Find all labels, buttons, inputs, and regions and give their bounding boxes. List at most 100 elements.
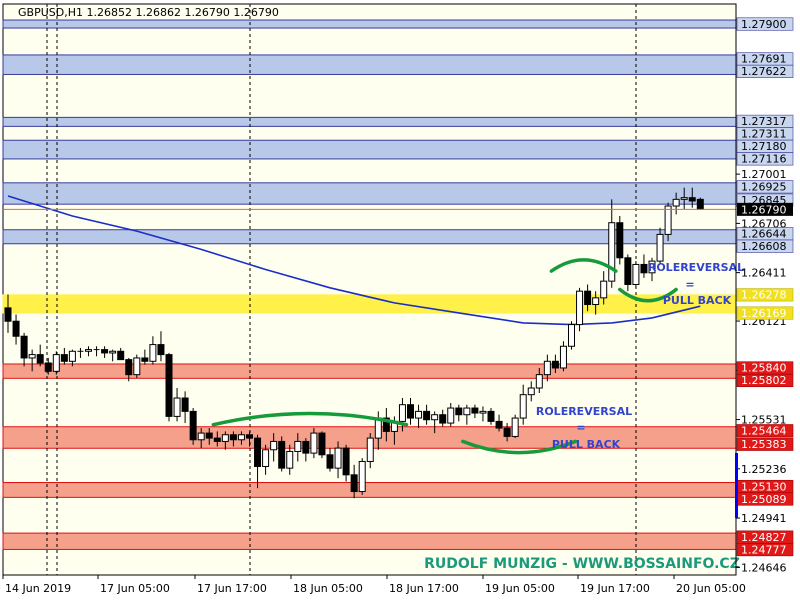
- candle-body: [117, 350, 125, 361]
- candle-body: [559, 345, 567, 369]
- candle-body: [656, 233, 664, 262]
- candle-body: [141, 357, 149, 362]
- candle-body: [270, 440, 278, 451]
- candle-body: [254, 437, 262, 467]
- candle-23: [189, 408, 197, 445]
- candle-body: [262, 449, 270, 467]
- level-label-9-0: 1.25130: [741, 480, 787, 493]
- level-label-8-1: 1.25383: [741, 438, 787, 451]
- candle-body: [431, 414, 439, 421]
- candle-body: [592, 297, 600, 306]
- candle-body: [608, 222, 616, 282]
- candle-body: [237, 434, 245, 441]
- candle-body: [568, 324, 575, 347]
- candle-body: [221, 434, 229, 442]
- candle-body: [680, 197, 688, 200]
- candle-body: [20, 335, 28, 359]
- zone-resistance-1: [2, 54, 737, 75]
- candle-body: [398, 404, 406, 422]
- candle-body: [415, 410, 423, 419]
- candle-body: [439, 414, 447, 424]
- candle-body: [278, 440, 286, 469]
- watermark: RUDOLF MUNZIG - WWW.BOSSAINFO.CZ: [424, 556, 740, 572]
- annotation-lower-line1: ROLEREVERSAL: [536, 405, 632, 418]
- candle-body: [616, 222, 624, 259]
- annotation-lower-line2: =: [576, 421, 585, 434]
- zone-resistance-3: [2, 139, 737, 160]
- x-tick-label-2: 17 Jun 17:00: [197, 582, 267, 595]
- x-tick-label-6: 19 Jun 17:00: [580, 582, 650, 595]
- candle-body: [205, 432, 213, 439]
- candle-body: [672, 198, 680, 207]
- chart-header: GBPUSD,H1 1.26852 1.26862 1.26790 1.2679…: [18, 6, 279, 19]
- candle-body: [696, 198, 704, 210]
- y-tick-label-6: 1.25236: [741, 463, 787, 476]
- candle-body: [334, 447, 342, 469]
- candle-body: [350, 474, 358, 493]
- annotation-upper-line3: PULL BACK: [663, 294, 732, 307]
- candle-body: [109, 350, 117, 354]
- candle-body: [125, 359, 133, 376]
- candle-86: [696, 197, 704, 210]
- candle-44: [358, 458, 366, 495]
- candle-body: [664, 205, 672, 235]
- current-price-label: 1.26790: [741, 203, 787, 216]
- candle-body: [471, 407, 479, 414]
- candle-body: [366, 437, 374, 462]
- zone-support-9: [2, 482, 737, 498]
- candle-body: [407, 404, 414, 419]
- candle-body: [318, 432, 326, 456]
- candle-body: [479, 410, 487, 414]
- candle-body: [28, 354, 36, 359]
- candle-body: [213, 437, 221, 442]
- x-tick-label-3: 18 Jun 05:00: [293, 582, 363, 595]
- candle-body: [181, 397, 189, 412]
- candle-34: [278, 436, 286, 472]
- candle-body: [503, 427, 511, 437]
- candle-body: [229, 434, 237, 441]
- level-label-1-1: 1.27622: [741, 65, 787, 78]
- candle-20: [165, 352, 173, 422]
- candle-body: [624, 257, 632, 285]
- candle-body: [463, 407, 471, 416]
- candle-body: [326, 454, 334, 469]
- y-tick-label-0: 1.27001: [741, 168, 787, 181]
- level-label-2-0: 1.27317: [741, 115, 787, 128]
- candle-63: [511, 414, 519, 439]
- x-tick-label-0: 14 Jun 2019: [5, 582, 71, 595]
- candle-body: [294, 440, 302, 452]
- y-tick-label-8: 1.24646: [741, 561, 787, 574]
- level-label-9-1: 1.25089: [741, 493, 787, 506]
- candle-body: [519, 394, 527, 419]
- candle-body: [342, 447, 350, 476]
- candle-body: [535, 374, 543, 389]
- candle-body: [286, 450, 294, 469]
- level-label-5-1: 1.26608: [741, 240, 787, 253]
- candle-body: [189, 410, 197, 441]
- candle-76: [616, 216, 624, 265]
- candle-body: [4, 307, 12, 322]
- zone-resistance-2: [2, 116, 737, 127]
- price-chart[interactable]: GBPUSD,H1 1.26852 1.26862 1.26790 1.2679…: [0, 0, 800, 600]
- candle-body: [584, 290, 592, 306]
- x-tick-label-4: 18 Jun 17:00: [389, 582, 459, 595]
- level-label-0-0: 1.27900: [741, 18, 787, 31]
- candle-body: [165, 354, 173, 417]
- level-label-6-0: 1.26278: [741, 289, 787, 302]
- level-label-6-1: 1.26169: [741, 307, 787, 320]
- candle-body: [600, 280, 608, 299]
- candle-body: [511, 417, 519, 437]
- candle-body: [495, 420, 503, 429]
- level-label-7-0: 1.25840: [741, 362, 787, 375]
- candle-body: [157, 344, 165, 356]
- candle-body: [640, 263, 648, 274]
- level-label-8-0: 1.25464: [741, 424, 787, 437]
- candle-body: [302, 440, 310, 454]
- candle-body: [688, 197, 696, 202]
- candle-body: [101, 349, 109, 354]
- candle-body: [36, 354, 44, 364]
- level-label-10-1: 1.24777: [741, 543, 787, 556]
- level-label-10-0: 1.24827: [741, 531, 787, 544]
- zone-resistance-0: [2, 19, 737, 29]
- candle-body: [44, 362, 52, 372]
